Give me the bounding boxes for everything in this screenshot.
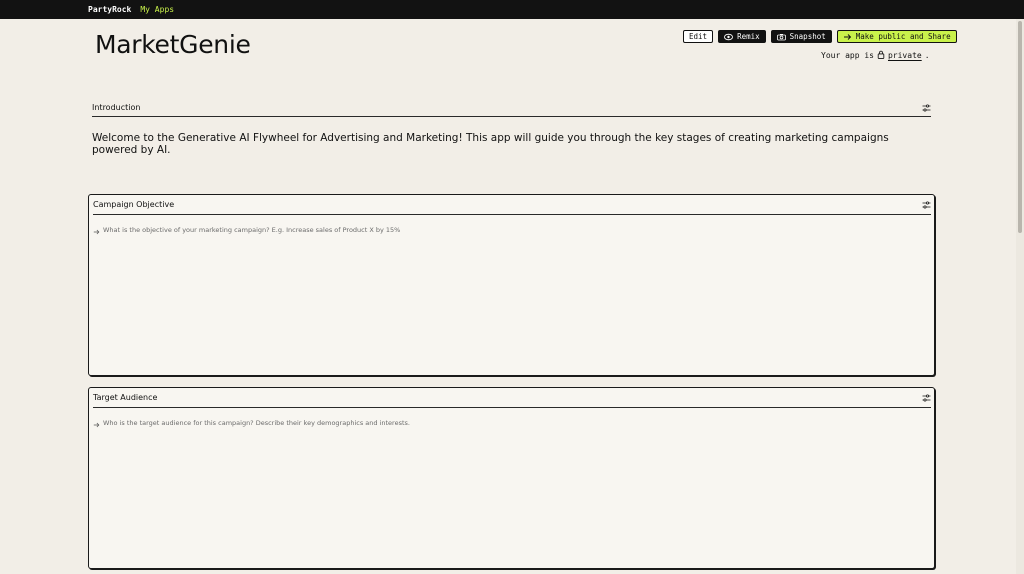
target-audience-placeholder: Who is the target audience for this camp… <box>103 418 410 427</box>
my-apps-link[interactable]: My Apps <box>140 5 174 14</box>
make-public-share-button[interactable]: Make public and Share <box>836 30 957 43</box>
scrollbar-thumb[interactable] <box>1018 21 1022 233</box>
target-audience-header: Target Audience <box>93 388 931 408</box>
privacy-status-link[interactable]: private <box>888 51 922 60</box>
edit-button[interactable]: Edit <box>683 30 714 43</box>
arrow-right-icon <box>93 413 100 432</box>
remix-button[interactable]: Remix <box>718 30 766 43</box>
page-scrollbar[interactable] <box>1016 19 1024 574</box>
make-public-share-label: Make public and Share <box>855 32 951 41</box>
introduction-text: Welcome to the Generative AI Flywheel fo… <box>92 132 889 156</box>
target-audience-title: Target Audience <box>93 393 158 402</box>
introduction-header: Introduction <box>92 99 931 117</box>
app-actions: Edit Remix Snapshot Make public and Shar… <box>683 30 957 43</box>
lock-icon <box>877 50 885 61</box>
target-audience-widget: Target Audience Who is the target audien… <box>88 387 935 569</box>
snapshot-button[interactable]: Snapshot <box>770 30 832 43</box>
sliders-icon[interactable] <box>922 103 931 112</box>
partyrock-logo[interactable]: PartyRock <box>88 5 131 14</box>
target-audience-input[interactable]: Who is the target audience for this camp… <box>93 413 930 432</box>
privacy-prefix: Your app is <box>821 51 874 60</box>
arrow-right-icon <box>843 33 852 41</box>
sliders-icon[interactable] <box>922 393 931 402</box>
campaign-objective-title: Campaign Objective <box>93 200 175 209</box>
privacy-suffix: . <box>924 51 930 60</box>
campaign-objective-input[interactable]: What is the objective of your marketing … <box>93 220 930 239</box>
top-navigation-bar: PartyRock My Apps <box>0 0 1024 19</box>
eye-icon <box>724 33 734 41</box>
introduction-title: Introduction <box>92 103 141 112</box>
campaign-objective-widget: Campaign Objective What is the objective… <box>88 194 935 376</box>
campaign-objective-placeholder: What is the objective of your marketing … <box>103 225 401 234</box>
privacy-status: Your app is private. <box>821 50 930 61</box>
camera-icon <box>776 33 786 41</box>
app-title: MarketGenie <box>95 30 251 59</box>
remix-button-label: Remix <box>737 32 760 41</box>
sliders-icon[interactable] <box>922 200 931 209</box>
campaign-objective-header: Campaign Objective <box>93 195 931 215</box>
arrow-right-icon <box>93 220 100 239</box>
snapshot-button-label: Snapshot <box>789 32 826 41</box>
edit-button-label: Edit <box>689 32 708 41</box>
